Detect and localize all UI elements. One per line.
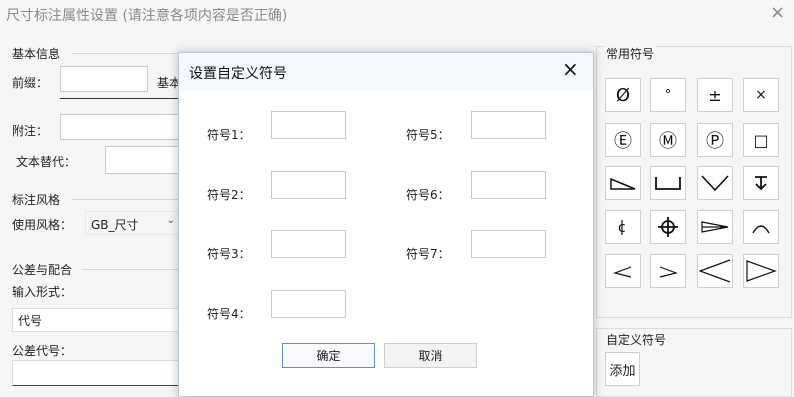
symbol-3-input[interactable] <box>271 230 346 258</box>
chevron-down-icon: ⌄ <box>166 215 175 226</box>
multiply-icon: × <box>755 87 767 103</box>
symbol-1-input[interactable] <box>271 111 346 139</box>
depth-symbol-button[interactable] <box>743 166 779 200</box>
symbol-3-label: 符号3： <box>207 247 251 261</box>
left-wedge-symbol-button[interactable] <box>697 254 733 288</box>
degree-icon: ° <box>664 87 672 103</box>
note-label: 附注： <box>12 124 49 138</box>
degree-symbol-button[interactable]: ° <box>650 78 686 112</box>
symbol-7-input[interactable] <box>471 230 546 258</box>
multiply-symbol-button[interactable]: × <box>743 78 779 112</box>
dialog-close-button[interactable]: × <box>562 57 579 81</box>
symbol-5-input[interactable] <box>471 111 546 139</box>
cancel-button[interactable]: 取消 <box>384 343 477 368</box>
input-mode-label: 输入形式： <box>12 285 73 299</box>
right-triangle-icon <box>746 260 777 282</box>
left-wedge-icon <box>699 259 731 283</box>
symbol-6-label: 符号6： <box>406 188 450 202</box>
symbol-4-label: 符号4： <box>207 307 251 321</box>
countersink-symbol-button[interactable] <box>697 166 733 200</box>
input-mode-value: 代号 <box>18 314 43 328</box>
style-group-label: 标注风格 <box>12 193 61 207</box>
text-replace-label: 文本替代： <box>16 155 77 169</box>
position-icon <box>658 217 678 237</box>
prefix-label: 前缀： <box>12 76 49 90</box>
circled-p-symbol-button[interactable]: Ⓟ <box>697 123 733 157</box>
square-icon: □ <box>753 130 769 150</box>
dimension-properties-window: 尺寸标注属性设置 (请注意各项内容是否正确) × 基本信息 前缀： 基本 附注：… <box>0 0 794 397</box>
centerline-icon: c <box>618 220 626 236</box>
basic-info-group-label: 基本信息 <box>12 47 61 61</box>
tolerance-code-label: 公差代号： <box>12 344 73 358</box>
centerline-symbol-button[interactable]: c <box>605 210 641 244</box>
style-select-value: GB_尺寸 <box>91 218 139 232</box>
custom-symbols-label: 自定义符号 <box>604 331 669 348</box>
square-symbol-button[interactable]: □ <box>743 123 779 157</box>
less-angle-icon <box>612 266 632 278</box>
depth-icon <box>755 176 767 191</box>
slope-symbol-button[interactable] <box>605 166 641 200</box>
custom-symbol-dialog: 设置自定义符号 × 符号1： 符号2： 符号3： 符号4： 符号5： 符号6： … <box>178 52 594 397</box>
use-style-label: 使用风格： <box>12 218 73 232</box>
group-divider <box>82 269 180 270</box>
counterbore-symbol-button[interactable] <box>650 166 686 200</box>
greater-angle-symbol-button[interactable] <box>650 254 686 288</box>
diameter-icon: Ø <box>615 84 631 106</box>
slope-icon <box>610 177 636 190</box>
text-replace-input[interactable] <box>105 146 180 174</box>
diameter-symbol-button[interactable]: Ø <box>605 78 641 112</box>
group-divider <box>72 53 182 54</box>
taper-symbol-button[interactable] <box>697 210 733 244</box>
common-symbols-label: 常用符号 <box>604 45 657 62</box>
arc-icon <box>752 225 770 234</box>
greater-angle-icon <box>659 266 679 278</box>
countersink-icon <box>701 175 729 192</box>
taper-icon <box>701 221 729 233</box>
tolerance-code-input[interactable] <box>12 360 180 386</box>
style-select[interactable]: GB_尺寸 ⌄ <box>85 211 180 235</box>
symbol-5-label: 符号5： <box>406 128 450 142</box>
symbol-4-input[interactable] <box>271 290 346 318</box>
right-triangle-symbol-button[interactable] <box>743 254 779 288</box>
window-title: 尺寸标注属性设置 (请注意各项内容是否正确) <box>6 8 288 24</box>
circled-m-symbol-button[interactable]: Ⓜ <box>650 123 686 157</box>
add-custom-symbol-button[interactable]: 添加 <box>605 352 640 386</box>
basic-underline <box>60 98 180 99</box>
position-symbol-button[interactable] <box>650 210 686 244</box>
symbol-2-input[interactable] <box>271 171 346 199</box>
prefix-input[interactable] <box>60 66 148 92</box>
symbol-2-label: 符号2： <box>207 188 251 202</box>
counterbore-icon <box>655 177 681 190</box>
arc-length-symbol-button[interactable] <box>743 210 779 244</box>
less-angle-symbol-button[interactable] <box>605 254 641 288</box>
input-mode-select[interactable]: 代号 <box>12 308 180 332</box>
symbol-6-input[interactable] <box>471 171 546 199</box>
symbol-7-label: 符号7： <box>406 247 450 261</box>
circled-p-icon: Ⓟ <box>706 131 724 152</box>
note-input[interactable] <box>60 114 180 140</box>
circled-e-symbol-button[interactable]: Ⓔ <box>605 123 641 157</box>
ok-button[interactable]: 确定 <box>282 343 375 368</box>
symbol-1-label: 符号1： <box>207 128 251 142</box>
window-close-button[interactable]: × <box>770 2 785 23</box>
plus-minus-symbol-button[interactable]: ± <box>697 78 733 112</box>
plus-minus-icon: ± <box>708 85 722 105</box>
dialog-title: 设置自定义符号 <box>189 66 287 82</box>
circled-m-icon: Ⓜ <box>659 131 677 152</box>
circled-e-icon: Ⓔ <box>614 131 632 152</box>
group-divider <box>72 199 180 200</box>
tolerance-group-label: 公差与配合 <box>12 263 73 277</box>
